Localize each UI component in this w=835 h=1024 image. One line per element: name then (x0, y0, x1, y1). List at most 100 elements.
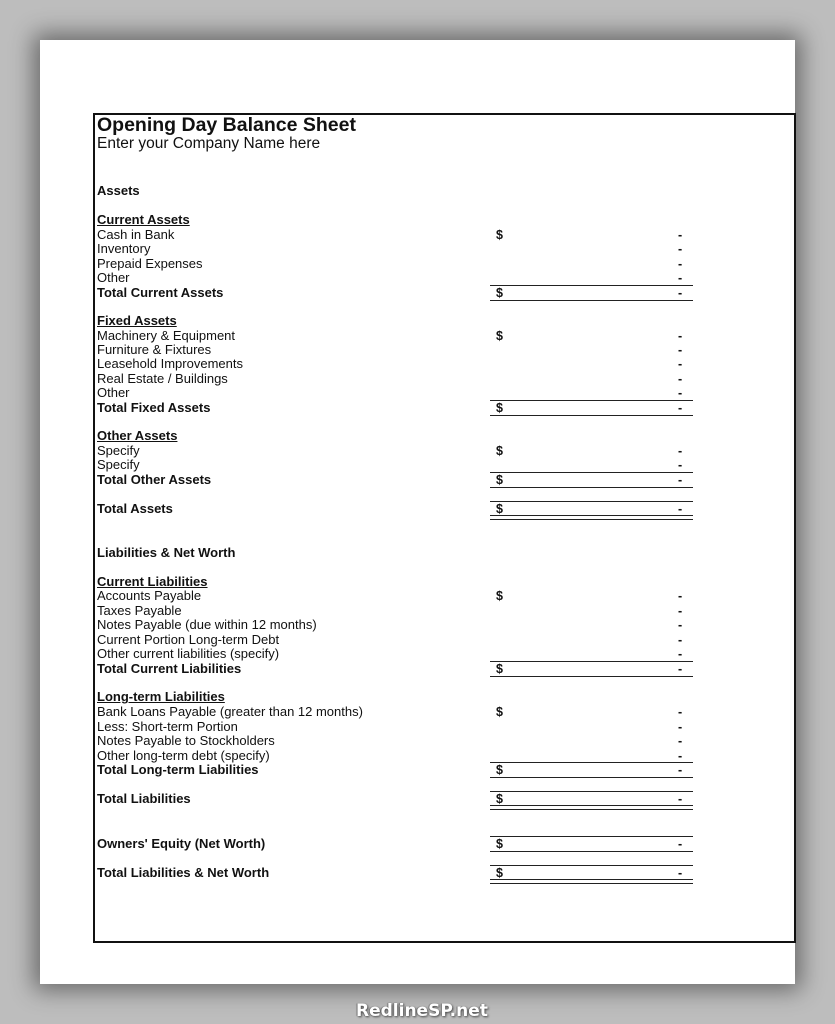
currency-symbol: $ (496, 763, 503, 777)
line-item-value[interactable]: - (678, 343, 682, 357)
total-liabilities-value: - (678, 792, 683, 806)
line-item-value[interactable]: - (678, 257, 682, 271)
total-rule (490, 777, 693, 778)
line-item-label: Notes Payable (due within 12 months) (97, 617, 317, 632)
subtotal-rule (490, 400, 693, 401)
total-value: - (678, 662, 683, 676)
other-assets-heading: Other Assets (97, 428, 178, 443)
line-item-label: Leasehold Improvements (97, 356, 243, 371)
current-liabilities-heading: Current Liabilities (97, 574, 208, 589)
total-assets-label: Total Assets (97, 501, 173, 516)
total-value: - (678, 286, 683, 300)
total-liabilities-net-worth-label: Total Liabilities & Net Worth (97, 865, 270, 880)
subtotal-rule (490, 661, 693, 662)
owners-equity-label: Owners' Equity (Net Worth) (97, 836, 266, 851)
line-item-label: Other (97, 385, 130, 400)
line-item-label: Cash in Bank (97, 227, 175, 242)
total-value: - (678, 763, 683, 777)
line-item-value[interactable]: - (678, 357, 682, 371)
line-item-value[interactable]: - (678, 705, 682, 719)
currency-symbol: $ (496, 473, 503, 487)
double-underline (490, 515, 693, 520)
total-rule (490, 300, 693, 301)
line-item-value[interactable]: - (678, 618, 682, 632)
total-label: Total Fixed Assets (97, 400, 211, 415)
currency-symbol: $ (496, 866, 503, 880)
fixed-assets-heading: Fixed Assets (97, 313, 177, 328)
subtotal-rule (490, 285, 693, 286)
line-item-value[interactable]: - (678, 386, 682, 400)
line-item-label: Bank Loans Payable (greater than 12 mont… (97, 704, 363, 719)
line-item-value[interactable]: - (678, 749, 682, 763)
line-item-value[interactable]: - (678, 647, 682, 661)
currency-symbol: $ (496, 444, 503, 458)
line-item-label: Machinery & Equipment (97, 328, 236, 343)
line-item-value[interactable]: - (678, 589, 682, 603)
currency-symbol: $ (496, 837, 503, 851)
total-rule (490, 487, 693, 488)
line-item-value[interactable]: - (678, 734, 682, 748)
page-title: Opening Day Balance Sheet (97, 114, 356, 136)
line-item-label: Other (97, 270, 130, 285)
total-assets-value: - (678, 502, 683, 516)
line-item-value[interactable]: - (678, 458, 682, 472)
line-item-value[interactable]: - (678, 329, 682, 343)
line-item-label: Other current liabilities (specify) (97, 646, 280, 661)
double-underline (490, 805, 693, 810)
line-item-value[interactable]: - (678, 604, 682, 618)
watermark: RedlineSP.net (356, 1001, 488, 1021)
currency-symbol: $ (496, 792, 503, 806)
equity-top-rule (490, 836, 693, 837)
total-value: - (678, 401, 683, 415)
currency-symbol: $ (496, 502, 503, 516)
total-label: Total Other Assets (97, 472, 212, 487)
line-item-label: Specify (97, 457, 140, 472)
total-label: Total Current Assets (97, 285, 224, 300)
grand-total-top-rule (490, 791, 693, 792)
line-item-label: Less: Short-term Portion (97, 719, 238, 734)
line-item-label: Inventory (97, 241, 151, 256)
subtotal-rule (490, 762, 693, 763)
line-item-label: Accounts Payable (97, 588, 202, 603)
currency-symbol: $ (496, 286, 503, 300)
total-label: Total Long-term Liabilities (97, 762, 259, 777)
currency-symbol: $ (496, 401, 503, 415)
grand-total-top-rule (490, 501, 693, 502)
company-name-field[interactable]: Enter your Company Name here (97, 135, 320, 153)
line-item-label: Taxes Payable (97, 603, 182, 618)
total-rule (490, 415, 693, 416)
line-item-value[interactable]: - (678, 242, 682, 256)
line-item-value[interactable]: - (678, 444, 682, 458)
assets-heading: Assets (97, 183, 140, 198)
currency-symbol: $ (496, 589, 503, 603)
balance-sheet-frame (93, 113, 796, 943)
line-item-value[interactable]: - (678, 228, 682, 242)
line-item-label: Current Portion Long-term Debt (97, 632, 280, 647)
line-item-label: Prepaid Expenses (97, 256, 203, 271)
total-value: - (678, 473, 683, 487)
line-item-value[interactable]: - (678, 271, 682, 285)
owners-equity-value[interactable]: - (678, 837, 682, 851)
equity-bottom-rule (490, 851, 693, 852)
total-liabilities-net-worth-value: - (678, 866, 683, 880)
current-assets-heading: Current Assets (97, 212, 190, 227)
line-item-label: Real Estate / Buildings (97, 371, 228, 386)
total-label: Total Current Liabilities (97, 661, 242, 676)
currency-symbol: $ (496, 329, 503, 343)
double-underline (490, 879, 693, 884)
line-item-label: Specify (97, 443, 140, 458)
line-item-value[interactable]: - (678, 372, 682, 386)
currency-symbol: $ (496, 662, 503, 676)
grand-total-top-rule (490, 865, 693, 866)
long-term-liabilities-heading: Long-term Liabilities (97, 689, 225, 704)
currency-symbol: $ (496, 228, 503, 242)
line-item-value[interactable]: - (678, 633, 682, 647)
line-item-value[interactable]: - (678, 720, 682, 734)
liabilities-heading: Liabilities & Net Worth (97, 545, 236, 560)
total-rule (490, 676, 693, 677)
line-item-label: Notes Payable to Stockholders (97, 733, 275, 748)
subtotal-rule (490, 472, 693, 473)
line-item-label: Furniture & Fixtures (97, 342, 212, 357)
currency-symbol: $ (496, 705, 503, 719)
line-item-label: Other long-term debt (specify) (97, 748, 270, 763)
